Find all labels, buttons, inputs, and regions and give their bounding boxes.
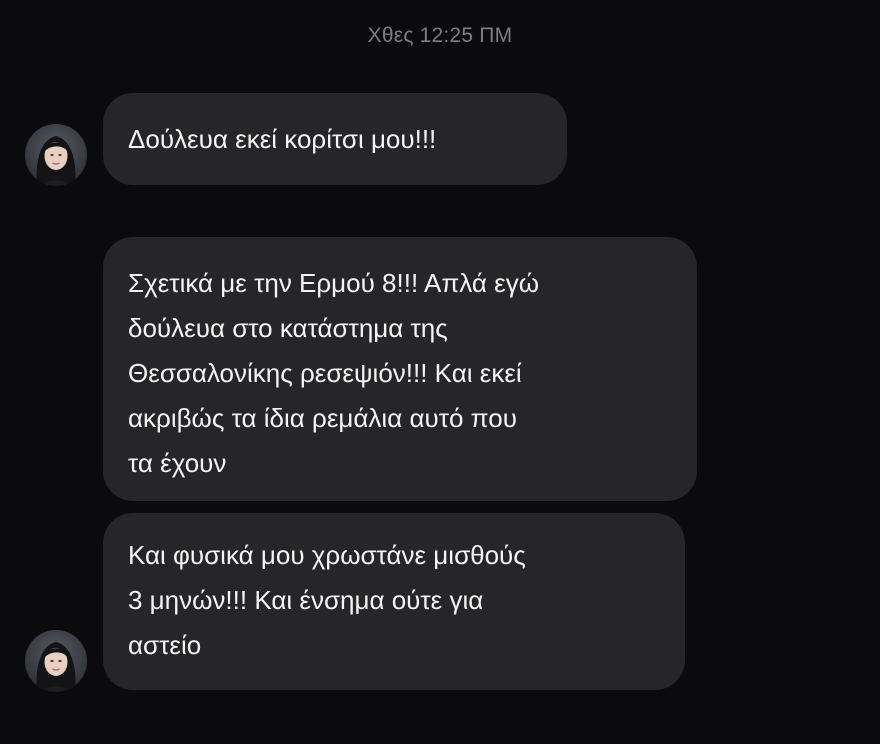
message-bubble[interactable]: Δούλευα εκεί κορίτσι μου!!! bbox=[103, 93, 567, 185]
sender-avatar[interactable] bbox=[25, 124, 87, 186]
message-text: Δούλευα εκεί κορίτσι μου!!! bbox=[128, 124, 437, 154]
avatar-photo-icon bbox=[25, 124, 87, 186]
message-text: αστείο bbox=[128, 630, 202, 660]
message-bubble[interactable]: Σχετικά με την Ερμού 8!!! Απλά εγώ δούλε… bbox=[103, 237, 697, 501]
sender-avatar[interactable] bbox=[25, 630, 87, 692]
message-text: ακριβώς τα ίδια ρεμάλια αυτό που bbox=[128, 403, 517, 433]
message-text: 3 μηνών!!! Και ένσημα ούτε για bbox=[128, 585, 484, 615]
message-text: Θεσσαλονίκης ρεσεψιόν!!! Και εκεί bbox=[128, 358, 522, 388]
message-text: δούλευα στο κατάστημα της bbox=[128, 313, 448, 343]
timestamp: Χθες 12:25 ΠΜ bbox=[367, 24, 513, 47]
message-text: Και φυσικά μου χρωστάνε μισθούς bbox=[128, 540, 526, 570]
message-bubble[interactable]: Και φυσικά μου χρωστάνε μισθούς 3 μηνών!… bbox=[103, 513, 685, 690]
message-text: τα έχουν bbox=[128, 448, 227, 478]
message-text: Σχετικά με την Ερμού 8!!! Απλά εγώ bbox=[128, 268, 540, 298]
avatar-photo-icon bbox=[25, 630, 87, 692]
